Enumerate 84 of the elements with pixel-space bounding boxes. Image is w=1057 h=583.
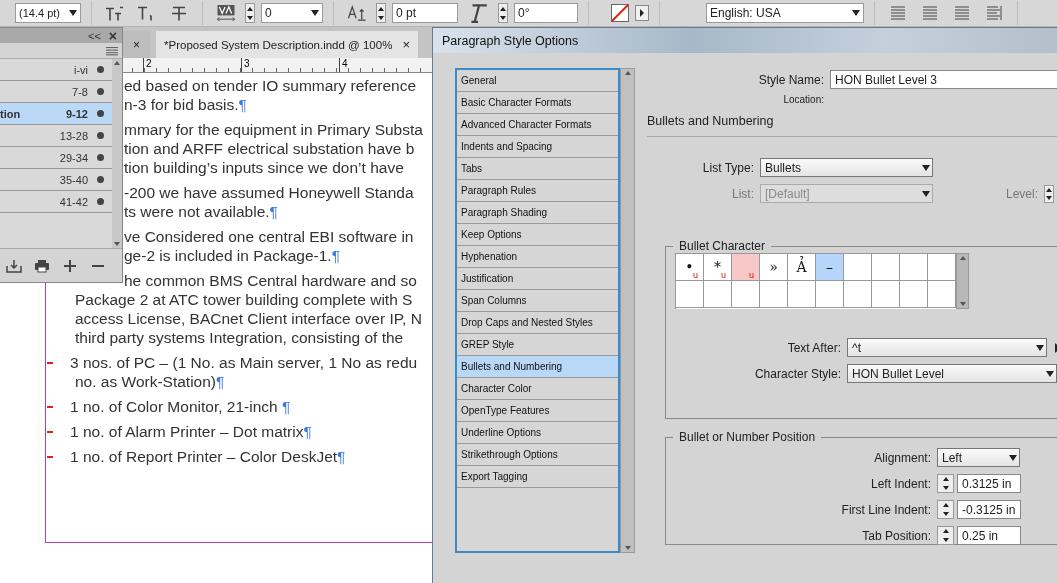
body-text: ed based on tender IO summary reference [124, 77, 417, 94]
category-item[interactable]: Advanced Character Formats [457, 114, 618, 136]
text-after-dropdown[interactable]: ^t [847, 338, 1047, 357]
document-name: tion [0, 107, 21, 120]
page-range: 9-12 [65, 107, 88, 120]
category-item[interactable]: Basic Character Formats [457, 92, 618, 114]
category-item[interactable]: Character Color [457, 378, 618, 400]
page-range: 13-28 [59, 129, 88, 142]
indent-field[interactable]: 0.25 in [957, 526, 1021, 545]
category-item[interactable]: Justification [457, 268, 618, 290]
tracking-field[interactable]: 0 [261, 3, 323, 23]
category-item[interactable]: Paragraph Rules [457, 180, 618, 202]
category-item[interactable]: Drop Caps and Nested Styles [457, 312, 618, 334]
field-label: Style Name: [757, 72, 824, 87]
document-tab[interactable]: × [123, 31, 150, 58]
section-title: Bullets and Numbering [647, 114, 775, 128]
bullet-glyph-cell[interactable]: Ả [788, 254, 816, 281]
category-item[interactable]: Strikethrough Options [457, 444, 618, 466]
document-tab[interactable]: *Proposed System Description.indd @ 100% × [156, 31, 418, 58]
bullet-glyph-cell[interactable]: » [760, 254, 788, 281]
list-type-dropdown[interactable]: Bullets [760, 158, 933, 177]
field-label: Character Style: [753, 366, 841, 381]
page-range: 41-42 [59, 195, 88, 208]
body-text: ve Considered one central EBI software in [124, 228, 414, 245]
body-text: mmary for the equipment in Primary Substa [124, 121, 423, 138]
style-name-field[interactable]: HON Bullet Level 3 [830, 70, 1057, 89]
body-text: no. as Work-Station)¶ [75, 373, 225, 390]
page-range: i-vi [73, 63, 88, 76]
body-text: access License, BACnet Client interface over IP, N [75, 310, 422, 327]
body-text: tion building’s inputs since we don’t have [124, 159, 404, 176]
body-text: 1 no. of Report Printer – Color DeskJet¶ [70, 448, 346, 465]
page-range: 7-8 [72, 85, 88, 98]
collapse-button[interactable]: << [87, 29, 101, 42]
field-label: Alignment: [873, 450, 931, 465]
book-document-row[interactable]: tion 9-12 [0, 103, 112, 125]
bullet-glyph-cell[interactable]: – [816, 254, 844, 281]
body-text: tion and ARFF electrical substation have b [124, 140, 415, 157]
category-item[interactable]: Export Tagging [457, 466, 618, 488]
category-item[interactable]: Span Columns [457, 290, 618, 312]
field-label: Left Indent: [869, 476, 931, 491]
field-label: List Type: [701, 160, 754, 175]
body-text: he common BMS Central hardware and so [124, 272, 417, 289]
field-label: Location: [782, 94, 824, 105]
body-text: 1 no. of Color Monitor, 21-inch ¶ [70, 398, 291, 415]
field-label: Text After: [786, 340, 841, 355]
indent-field[interactable]: -0.3125 in [957, 500, 1021, 519]
category-item[interactable]: Underline Options [457, 422, 618, 444]
character-style-dropdown[interactable]: HON Bullet Level [847, 364, 1057, 383]
body-text: n-3 for bid basis.¶ [124, 96, 247, 113]
field-label: Tab Position: [861, 528, 931, 543]
alignment-dropdown[interactable]: Left [937, 448, 1020, 467]
body-text: Package 2 at ATC tower building complete with S [75, 291, 413, 308]
category-item[interactable]: Bullets and Numbering [457, 356, 618, 378]
body-text: ts were not available.¶ [124, 203, 278, 220]
page-range: 35-40 [59, 173, 88, 186]
close-button[interactable]: × [108, 27, 117, 44]
ruler-number: 2 [143, 58, 153, 72]
body-text: 1 no. of Alarm Printer – Dot matrix¶ [70, 423, 312, 440]
category-item[interactable]: Paragraph Shading [457, 202, 618, 224]
body-text: 3 nos. of PC – (1 No. as Main server, 1 No as redu [70, 354, 418, 371]
category-item[interactable]: Tabs [457, 158, 618, 180]
font-size-field[interactable]: (14.4 pt) [15, 3, 81, 23]
ruler-number: 3 [241, 58, 251, 72]
category-item[interactable]: Indents and Spacing [457, 136, 618, 158]
indent-field[interactable]: 0.3125 in [957, 474, 1021, 493]
group-title: Bullet Character [678, 239, 767, 253]
language-dropdown[interactable]: English: USA [706, 3, 864, 23]
skew-field[interactable]: 0° [514, 3, 578, 23]
field-label: First Line Indent: [840, 502, 931, 517]
baseline-shift-field[interactable]: 0 pt [392, 3, 458, 23]
field-label: Level: [1006, 186, 1039, 201]
group-title: Bullet or Number Position [678, 430, 817, 444]
category-item[interactable]: Keep Options [457, 224, 618, 246]
body-text: ge-2 is included in Package-1.¶ [124, 247, 340, 264]
category-item[interactable]: General [457, 70, 618, 92]
field-label: List: [731, 186, 754, 201]
ruler-number: 4 [339, 58, 349, 72]
body-text: third party systems Integration, consisting of the [75, 329, 404, 346]
dialog-title: Paragraph Style Options [442, 33, 579, 48]
body-text: -200 we have assumed Honeywell Standa [124, 184, 414, 201]
category-item[interactable]: OpenType Features [457, 400, 618, 422]
bullet-glyph-cell[interactable]: u [732, 254, 760, 281]
category-item[interactable]: Hyphenation [457, 246, 618, 268]
page-range: 29-34 [59, 151, 88, 164]
